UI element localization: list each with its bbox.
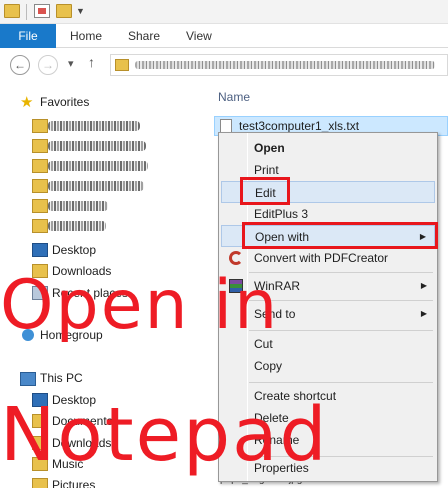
overlay-caption-line-1: Open in [0,266,280,345]
address-row: ← → ▾ ↑ [0,48,448,82]
this-pc-icon [20,372,36,386]
up-arrow-icon[interactable]: ↑ [88,54,95,70]
overlay-caption-line-2: Notepad [0,392,329,478]
folder-icon [32,179,48,193]
edit-highlight-box [240,177,290,205]
open-with-highlight-box [242,222,438,249]
redacted-favorite[interactable] [48,181,144,191]
properties-icon[interactable] [34,4,50,18]
redacted-favorite[interactable] [48,201,108,211]
back-button[interactable]: ← [10,55,30,75]
menu-separator [249,382,433,383]
ribbon-tabs: File Home Share View [0,24,448,48]
folder-icon [32,139,48,153]
pdfcreator-icon [229,251,243,265]
folder-icon [4,4,20,18]
tab-view[interactable]: View [186,24,212,48]
folder-icon [32,199,48,213]
desktop-icon [32,243,48,257]
toolbar-divider [26,4,27,20]
star-icon: ★ [20,94,34,111]
file-name: test3computer1_xls.txt [239,119,360,133]
redacted-path [135,61,435,69]
tab-share[interactable]: Share [128,24,160,48]
folder-icon [32,119,48,133]
forward-button[interactable]: → [38,55,58,75]
submenu-arrow-icon: ▶ [420,309,427,318]
menu-item-label: Convert with PDFCreator [254,251,389,265]
redacted-favorite[interactable] [48,221,106,231]
redacted-favorite[interactable] [48,161,148,171]
new-folder-icon[interactable] [56,4,72,18]
address-bar[interactable] [110,54,448,76]
submenu-arrow-icon: ▶ [420,281,427,290]
menu-item-copy[interactable]: Copy [221,355,435,377]
title-bar: ▼ [0,0,448,24]
nav-this-pc[interactable]: This PC [40,368,83,388]
nav-favorites[interactable]: Favorites [40,92,89,112]
recent-locations-icon[interactable]: ▾ [68,57,74,70]
tab-file[interactable]: File [0,24,56,48]
redacted-favorite[interactable] [48,121,140,131]
tab-home[interactable]: Home [70,24,102,48]
column-header-name[interactable]: Name [218,90,250,104]
folder-icon [115,59,129,71]
menu-item-open[interactable]: Open [221,137,435,159]
folder-icon [32,219,48,233]
nav-desktop[interactable]: Desktop [52,240,96,260]
customize-toolbar-icon[interactable]: ▼ [76,6,86,16]
redacted-favorite[interactable] [48,141,146,151]
folder-icon [32,159,48,173]
pictures-folder-icon [32,478,48,488]
